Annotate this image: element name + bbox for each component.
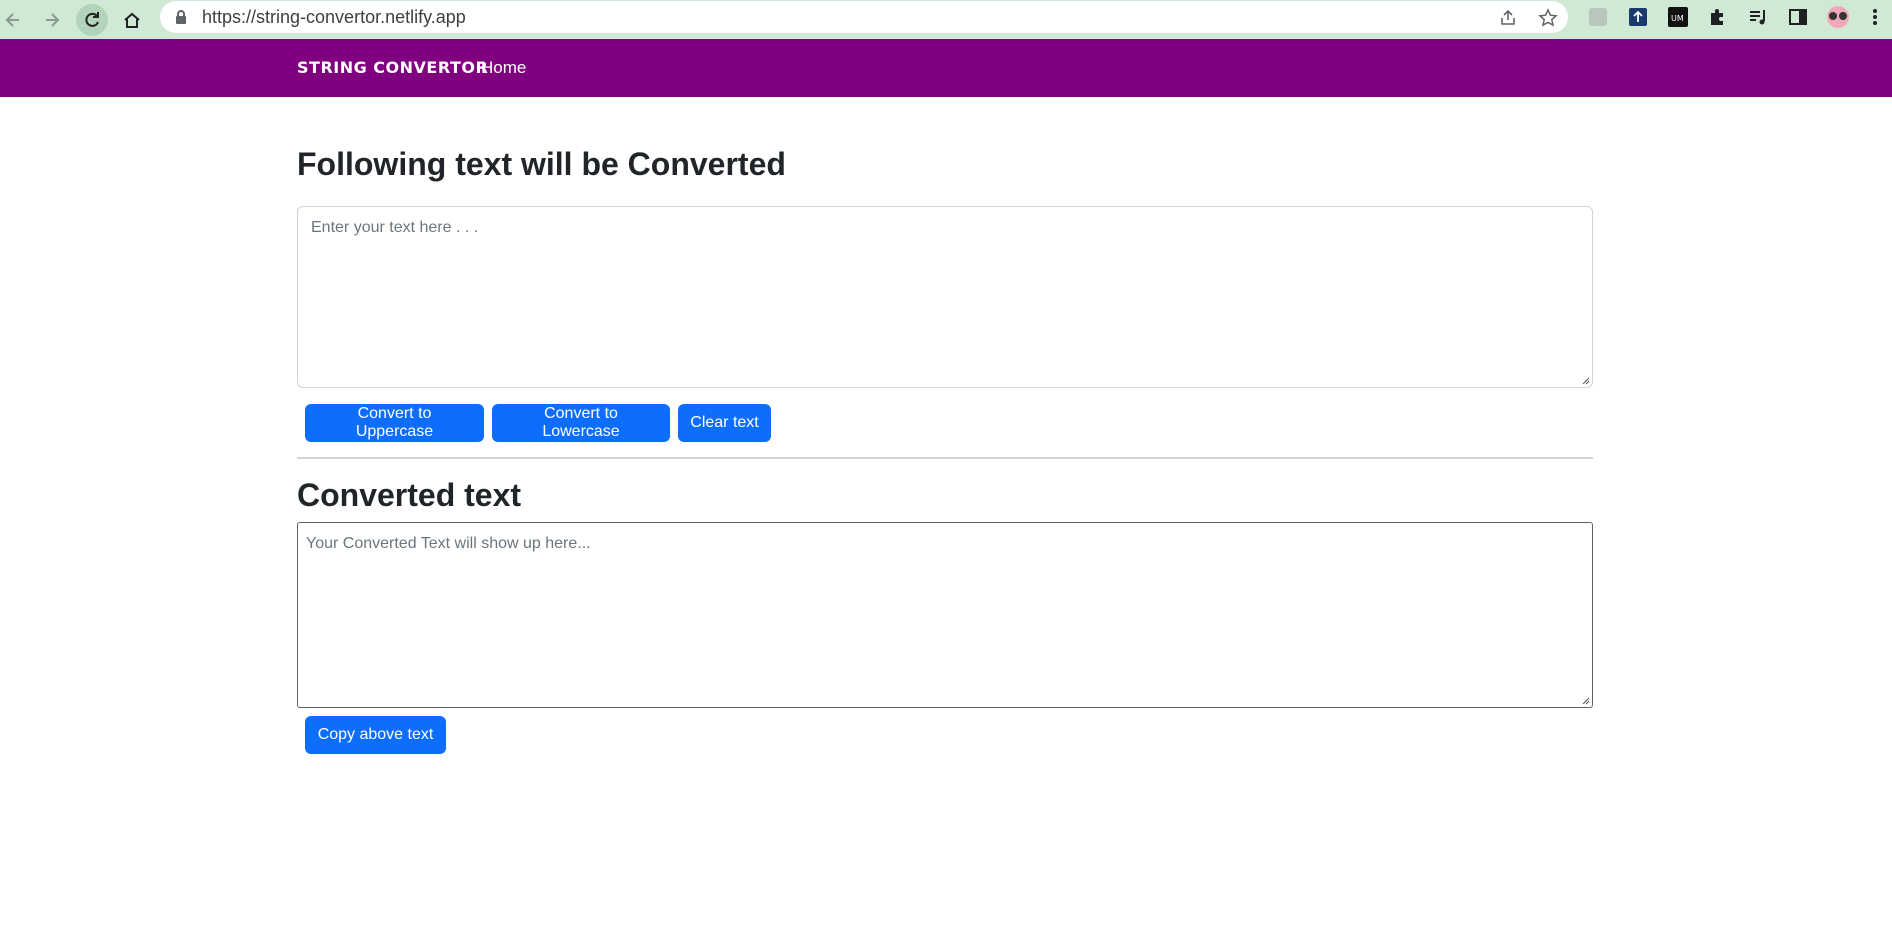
extension-um-icon[interactable]: UM [1667,6,1689,28]
home-icon [124,12,140,28]
output-textarea[interactable]: Your Converted Text will show up here... [297,522,1593,708]
forward-button[interactable] [36,4,68,36]
resize-grip-icon[interactable] [1580,695,1590,705]
side-panel-layout-icon [1789,9,1807,25]
address-bar[interactable]: https://string-convertor.netlify.app [160,1,1568,33]
home-button[interactable] [116,4,148,36]
lock-icon [176,10,186,24]
output-placeholder: Your Converted Text will show up here... [306,535,591,552]
kebab-menu-icon [1873,9,1877,25]
arrow-left-icon [5,13,19,27]
input-heading: Following text will be Converted [297,146,786,182]
resize-grip-icon[interactable] [1580,375,1590,385]
upload-box-icon [1629,8,1647,26]
reload-icon [85,12,99,27]
copy-text-button[interactable]: Copy above text [305,716,446,754]
back-button[interactable] [0,4,29,36]
side-panel-icon[interactable] [1787,6,1809,28]
browser-toolbar: https://string-convertor.netlify.app UM [0,0,1892,39]
svg-text:UM: UM [1671,14,1684,23]
playlist-icon [1750,10,1765,25]
convert-lowercase-button[interactable]: Convert to Lowercase [492,404,670,442]
reload-button[interactable] [76,4,108,36]
extension-upload-icon[interactable] [1627,6,1649,28]
nav-home-link[interactable]: Home [481,58,526,78]
avatar-glasses-icon [1827,6,1849,28]
um-badge-icon: UM [1668,7,1688,27]
input-placeholder: Enter your text here . . . [311,219,479,236]
bookmark-star-icon[interactable] [1538,8,1558,28]
arrow-right-icon [46,13,60,27]
profile-avatar[interactable] [1824,6,1852,28]
url-text: https://string-convertor.netlify.app [202,7,466,27]
puzzle-icon [1711,9,1723,25]
extension-icon[interactable] [1587,6,1609,28]
extension-figure-icon [1589,8,1607,26]
extensions-puzzle-icon[interactable] [1707,6,1729,28]
section-divider [297,457,1593,459]
site-navbar: String Convertor Home [0,39,1892,97]
clear-text-button[interactable]: Clear text [678,404,771,442]
input-textarea[interactable]: Enter your text here . . . [297,206,1593,388]
convert-uppercase-button[interactable]: Convert to Uppercase [305,404,484,442]
output-heading: Converted text [297,477,522,513]
browser-menu-icon[interactable] [1864,6,1886,28]
share-icon[interactable] [1498,8,1518,28]
media-control-icon[interactable] [1747,6,1769,28]
navbar-brand[interactable]: String Convertor [297,58,488,77]
